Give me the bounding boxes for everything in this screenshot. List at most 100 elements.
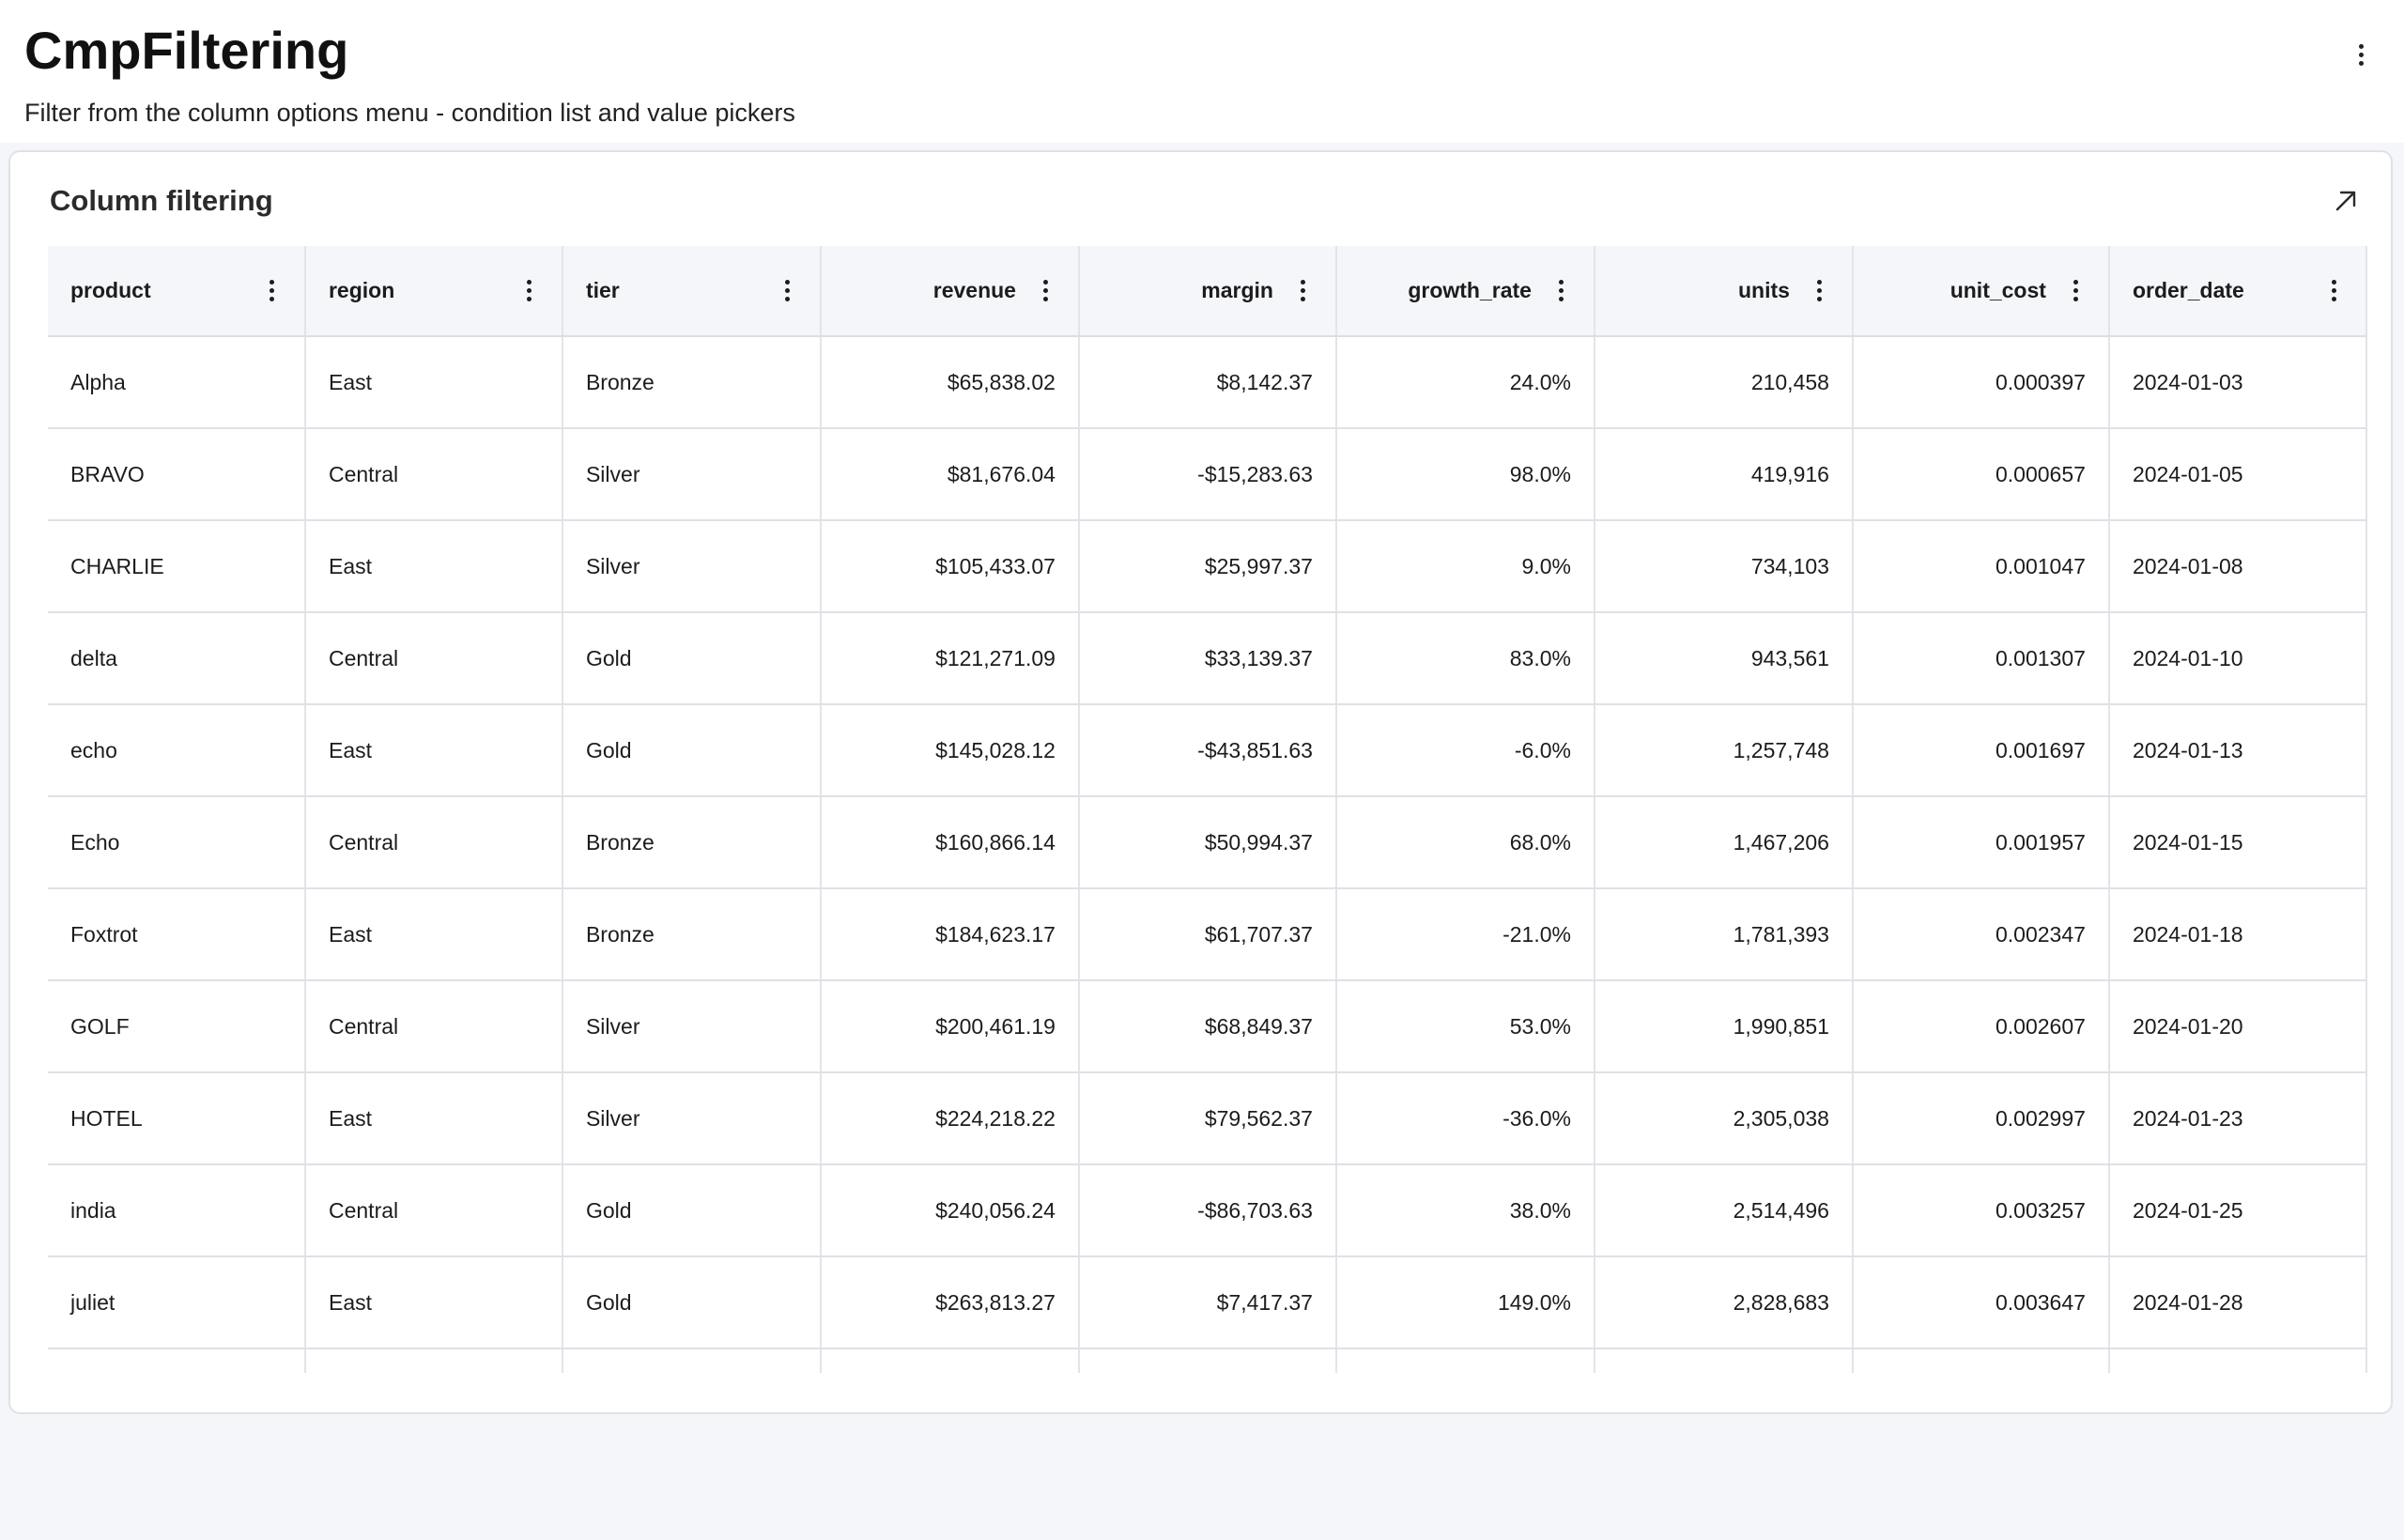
cell-units[interactable]: 419,916: [1594, 428, 1854, 521]
column-header-units[interactable]: units: [1594, 246, 1854, 337]
column-options-button[interactable]: [1037, 277, 1056, 305]
cell-revenue[interactable]: $81,676.04: [820, 428, 1080, 521]
cell-growth_rate[interactable]: -36.0%: [1335, 1072, 1595, 1165]
column-header-revenue[interactable]: revenue: [820, 246, 1080, 337]
cell-growth_rate[interactable]: -6.0%: [1335, 704, 1595, 797]
cell-units[interactable]: 734,103: [1594, 520, 1854, 613]
column-header-product[interactable]: product: [48, 246, 306, 337]
column-options-button[interactable]: [263, 277, 282, 305]
cell-revenue[interactable]: $200,461.19: [820, 980, 1080, 1073]
cell-margin[interactable]: $25,997.37: [1078, 520, 1337, 613]
cell-order_date[interactable]: 2024-01-20: [2108, 980, 2367, 1073]
cell-product[interactable]: Alpha: [48, 336, 306, 429]
cell-unit_cost[interactable]: 0.001047: [1852, 520, 2110, 613]
cell-growth_rate[interactable]: 24.0%: [1335, 336, 1595, 429]
cell-order_date[interactable]: 2024-01-25: [2108, 1164, 2367, 1257]
cell-units[interactable]: 1,467,206: [1594, 796, 1854, 889]
cell-revenue[interactable]: $121,271.09: [820, 612, 1080, 705]
cell-product[interactable]: juliet: [48, 1256, 306, 1349]
column-header-order_date[interactable]: order_date: [2108, 246, 2367, 337]
cell-product[interactable]: india: [48, 1164, 306, 1257]
cell-tier[interactable]: Silver: [562, 980, 822, 1073]
table-row[interactable]: echo East Gold $145,028.12 -$43,851.63 -6.0% 1…: [48, 704, 2367, 797]
cell-region[interactable]: East: [304, 336, 563, 429]
cell-units[interactable]: 1,257,748: [1594, 704, 1854, 797]
cell-product[interactable]: delta: [48, 612, 306, 705]
cell-unit_cost[interactable]: 0.002997: [1852, 1072, 2110, 1165]
cell-growth_rate[interactable]: 9.0%: [1335, 520, 1595, 613]
cell-order_date[interactable]: 2024-01-28: [2108, 1256, 2367, 1349]
cell-product[interactable]: HOTEL: [48, 1072, 306, 1165]
cell-region[interactable]: East: [304, 1256, 563, 1349]
cell-margin[interactable]: $68,849.37: [1078, 980, 1337, 1073]
cell-product[interactable]: echo: [48, 704, 306, 797]
cell-region[interactable]: Central: [304, 1164, 563, 1257]
cell-tier[interactable]: Gold: [562, 1256, 822, 1349]
column-header-region[interactable]: region: [304, 246, 563, 337]
column-header-growth_rate[interactable]: growth_rate: [1335, 246, 1595, 337]
cell-region[interactable]: East: [304, 520, 563, 613]
cell-unit_cost[interactable]: 0.002607: [1852, 980, 2110, 1073]
column-header-unit_cost[interactable]: unit_cost: [1852, 246, 2110, 337]
cell-margin[interactable]: $8,142.37: [1078, 336, 1337, 429]
cell-region[interactable]: Central: [304, 612, 563, 705]
cell-margin[interactable]: -$43,851.63: [1078, 704, 1337, 797]
cell-margin[interactable]: $79,562.37: [1078, 1072, 1337, 1165]
cell-order_date[interactable]: 2024-01-23: [2108, 1072, 2367, 1165]
column-options-button[interactable]: [2067, 277, 2086, 305]
table-row[interactable]: GOLF Central Silver $200,461.19 $68,849.37 53…: [48, 980, 2367, 1073]
cell-revenue[interactable]: $105,433.07: [820, 520, 1080, 613]
cell-order_date[interactable]: 2024-01-18: [2108, 888, 2367, 981]
cell-unit_cost[interactable]: 0.002347: [1852, 888, 2110, 981]
cell-units[interactable]: 1,781,393: [1594, 888, 1854, 981]
cell-region[interactable]: East: [304, 888, 563, 981]
cell-unit_cost[interactable]: 0.001307: [1852, 612, 2110, 705]
cell-unit_cost[interactable]: 0.000657: [1852, 428, 2110, 521]
cell-order_date[interactable]: 2024-01-05: [2108, 428, 2367, 521]
cell-tier[interactable]: Gold: [562, 704, 822, 797]
column-options-button[interactable]: [1552, 277, 1571, 305]
cell-growth_rate[interactable]: 149.0%: [1335, 1256, 1595, 1349]
table-row[interactable]: Echo Central Bronze $160,866.14 $50,994.37 68…: [48, 796, 2367, 889]
table-row[interactable]: Foxtrot East Bronze $184,623.17 $61,707.37 -2…: [48, 888, 2367, 981]
cell-tier[interactable]: Bronze: [562, 888, 822, 981]
cell-growth_rate[interactable]: -21.0%: [1335, 888, 1595, 981]
cell-revenue[interactable]: $224,218.22: [820, 1072, 1080, 1165]
cell-tier[interactable]: Silver: [562, 1072, 822, 1165]
cell-units[interactable]: 2,828,683: [1594, 1256, 1854, 1349]
cell-region[interactable]: Central: [304, 796, 563, 889]
column-header-margin[interactable]: margin: [1078, 246, 1337, 337]
cell-revenue[interactable]: $65,838.02: [820, 336, 1080, 429]
cell-product[interactable]: BRAVO: [48, 428, 306, 521]
cell-order_date[interactable]: 2024-01-10: [2108, 612, 2367, 705]
cell-unit_cost[interactable]: 0.003647: [1852, 1256, 2110, 1349]
cell-product[interactable]: Echo: [48, 796, 306, 889]
cell-tier[interactable]: Gold: [562, 612, 822, 705]
cell-region[interactable]: Central: [304, 980, 563, 1073]
cell-order_date[interactable]: 2024-01-08: [2108, 520, 2367, 613]
cell-unit_cost[interactable]: 0.000397: [1852, 336, 2110, 429]
cell-tier[interactable]: Bronze: [562, 336, 822, 429]
cell-growth_rate[interactable]: 83.0%: [1335, 612, 1595, 705]
table-row[interactable]: BRAVO Central Silver $81,676.04 -$15,283.63 9…: [48, 428, 2367, 521]
cell-units[interactable]: 210,458: [1594, 336, 1854, 429]
column-options-button[interactable]: [1294, 277, 1313, 305]
cell-order_date[interactable]: 2024-01-15: [2108, 796, 2367, 889]
table-row[interactable]: delta Central Gold $121,271.09 $33,139.37 83.…: [48, 612, 2367, 705]
cell-tier[interactable]: Silver: [562, 428, 822, 521]
cell-tier[interactable]: Bronze: [562, 796, 822, 889]
cell-margin[interactable]: -$15,283.63: [1078, 428, 1337, 521]
cell-revenue[interactable]: $184,623.17: [820, 888, 1080, 981]
cell-revenue[interactable]: $263,813.27: [820, 1256, 1080, 1349]
cell-units[interactable]: 2,305,038: [1594, 1072, 1854, 1165]
cell-unit_cost[interactable]: 0.001697: [1852, 704, 2110, 797]
cell-unit_cost[interactable]: 0.003257: [1852, 1164, 2110, 1257]
column-options-button[interactable]: [520, 277, 539, 305]
cell-product[interactable]: Foxtrot: [48, 888, 306, 981]
cell-region[interactable]: East: [304, 1072, 563, 1165]
cell-margin[interactable]: $50,994.37: [1078, 796, 1337, 889]
cell-growth_rate[interactable]: 98.0%: [1335, 428, 1595, 521]
cell-region[interactable]: East: [304, 704, 563, 797]
cell-units[interactable]: 2,514,496: [1594, 1164, 1854, 1257]
cell-margin[interactable]: -$86,703.63: [1078, 1164, 1337, 1257]
